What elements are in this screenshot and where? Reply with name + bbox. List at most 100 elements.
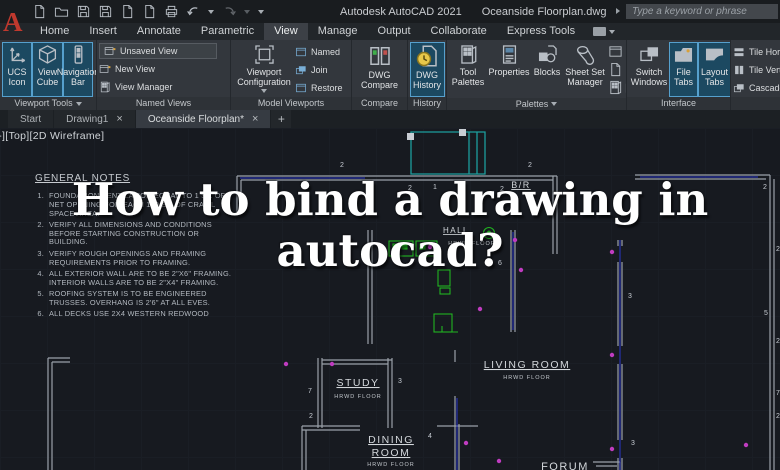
room-label-dining2: ROOM bbox=[372, 447, 411, 459]
view-manager-button[interactable]: View Manager bbox=[99, 78, 217, 95]
autocad-window: A Autodesk AutoCAD 2021 Oceanside Floorp… bbox=[0, 0, 780, 470]
tab-express-tools[interactable]: Express Tools bbox=[497, 23, 585, 40]
file-tabs-button[interactable]: File Tabs bbox=[669, 42, 698, 97]
file-tabs-label: File Tabs bbox=[673, 67, 693, 87]
viewport-configuration-button[interactable]: Viewport Configuration bbox=[233, 42, 295, 97]
plan-number: 2 bbox=[340, 162, 344, 169]
dwg-compare-button[interactable]: DWG Compare bbox=[355, 42, 405, 97]
autocad-logo-icon[interactable]: A bbox=[3, 6, 25, 40]
tab-parametric[interactable]: Parametric bbox=[191, 23, 264, 40]
overlay-title-line1: How to bind a drawing in bbox=[71, 173, 709, 226]
panel-viewport-tools: UCS Icon View Cube Navigation Bar Viewpo… bbox=[0, 40, 97, 110]
panel-compare: DWG Compare Compare bbox=[352, 40, 408, 110]
restore-viewports-button[interactable]: Restore bbox=[295, 79, 343, 96]
file-tab-oceanside[interactable]: Oceanside Floorplan* × bbox=[135, 110, 271, 128]
ribbon-display-icon bbox=[593, 27, 607, 36]
tab-view[interactable]: View bbox=[264, 23, 308, 40]
properties-button[interactable]: Properties bbox=[487, 42, 531, 98]
ucs-axis-icon bbox=[7, 44, 28, 65]
join-viewports-button[interactable]: Join bbox=[295, 61, 343, 78]
save-button[interactable] bbox=[76, 5, 90, 19]
cascade-button[interactable]: Cascade bbox=[733, 79, 780, 96]
room-label-living: LIVING ROOM bbox=[484, 359, 571, 371]
panel-named-views: Unsaved View New View View Manager Named… bbox=[97, 40, 231, 110]
tab-insert[interactable]: Insert bbox=[79, 23, 127, 40]
palette-mini-icon[interactable] bbox=[608, 44, 623, 59]
undo-dropdown-icon[interactable] bbox=[208, 9, 214, 14]
named-viewports-button[interactable]: Named bbox=[295, 43, 343, 60]
redo-dropdown-icon[interactable] bbox=[244, 9, 250, 14]
door-marker-icon bbox=[609, 446, 615, 452]
tab-manage[interactable]: Manage bbox=[308, 23, 368, 40]
door-marker-icon bbox=[609, 352, 615, 358]
tile-vertically-button[interactable]: Tile Vertically bbox=[733, 61, 780, 78]
history-panel-label: History bbox=[408, 97, 446, 110]
ribbon: UCS Icon View Cube Navigation Bar Viewpo… bbox=[0, 40, 780, 110]
deck-post bbox=[459, 129, 466, 136]
tab-home[interactable]: Home bbox=[30, 23, 79, 40]
tool-palettes-button[interactable]: Tool Palettes bbox=[449, 42, 487, 98]
viewport-controls[interactable]: [-][Top][2D Wireframe] bbox=[0, 130, 104, 142]
sheet-set-label: Sheet Set Manager bbox=[565, 67, 605, 87]
tab-collaborate[interactable]: Collaborate bbox=[421, 23, 497, 40]
tab-output[interactable]: Output bbox=[368, 23, 421, 40]
viewport-tools-panel-label[interactable]: Viewport Tools bbox=[0, 97, 96, 110]
door-marker-icon bbox=[283, 361, 289, 367]
plot-button[interactable] bbox=[120, 5, 134, 19]
tile-vertical-icon bbox=[733, 64, 745, 76]
sheet-set-manager-button[interactable]: Sheet Set Manager bbox=[563, 42, 607, 98]
blocks-button[interactable]: Blocks bbox=[531, 42, 563, 98]
switch-windows-button[interactable]: Switch Windows bbox=[629, 42, 669, 97]
sheet-set-icon bbox=[575, 44, 596, 65]
navigation-bar-button[interactable]: Navigation Bar bbox=[57, 42, 96, 97]
plan-number: 3 bbox=[628, 293, 632, 300]
layout-tabs-button[interactable]: Layout Tabs bbox=[698, 42, 730, 97]
open-file-button[interactable] bbox=[54, 5, 68, 19]
plan-number: 4 bbox=[428, 433, 432, 440]
door-marker-icon bbox=[743, 442, 749, 448]
drawing-area[interactable]: [-][Top][2D Wireframe] B/R HALL HRWD FLO… bbox=[0, 128, 780, 470]
app-title: Autodesk AutoCAD 2021 bbox=[340, 5, 462, 18]
view-list-combo[interactable]: Unsaved View bbox=[99, 43, 217, 59]
note-item: 5. ROOFING SYSTEM IS TO BE ENGINEERED TRU… bbox=[37, 288, 211, 307]
model-viewports-panel-label: Model Viewports bbox=[231, 97, 351, 110]
tile-horizontally-button[interactable]: Tile Horizontally bbox=[733, 43, 780, 60]
dwg-history-label: DWG History bbox=[412, 70, 441, 90]
save-as-button[interactable] bbox=[98, 5, 112, 19]
palette-mini-icon[interactable] bbox=[608, 80, 623, 95]
join-viewports-icon bbox=[295, 64, 307, 76]
file-tab-start[interactable]: Start bbox=[8, 110, 54, 128]
redo-button[interactable] bbox=[222, 5, 236, 19]
switch-windows-label: Switch Windows bbox=[630, 67, 668, 87]
door-marker-icon bbox=[496, 458, 502, 464]
layout-tabs-label: Layout Tabs bbox=[700, 67, 729, 87]
ucs-icon-button[interactable]: UCS Icon bbox=[2, 42, 32, 97]
plan-number: 2 bbox=[309, 413, 313, 420]
export-button[interactable] bbox=[142, 5, 156, 19]
search-input[interactable]: Type a keyword or phrase bbox=[626, 4, 778, 19]
new-drawing-tab-button[interactable]: + bbox=[271, 110, 292, 128]
restore-viewports-label: Restore bbox=[311, 82, 343, 93]
close-tab-icon[interactable]: × bbox=[252, 114, 258, 125]
restore-viewports-icon bbox=[295, 82, 307, 94]
print-button[interactable] bbox=[164, 5, 178, 19]
file-tab-bar: Start Drawing1 × Oceanside Floorplan* × + bbox=[0, 110, 780, 128]
palette-mini-icon[interactable] bbox=[608, 62, 623, 77]
dwg-history-button[interactable]: DWG History bbox=[409, 42, 445, 97]
ribbon-display-toggle[interactable] bbox=[593, 23, 616, 40]
new-view-button[interactable]: New View bbox=[99, 60, 217, 77]
file-tabs-icon bbox=[673, 44, 694, 65]
qat-customize-icon[interactable] bbox=[258, 9, 264, 14]
search-caret-icon[interactable] bbox=[616, 8, 620, 14]
undo-button[interactable] bbox=[186, 5, 200, 19]
palettes-panel-label[interactable]: Palettes bbox=[447, 98, 626, 110]
new-view-label: New View bbox=[115, 63, 155, 74]
view-manager-icon bbox=[99, 81, 111, 93]
new-file-button[interactable] bbox=[32, 5, 46, 19]
tab-annotate[interactable]: Annotate bbox=[127, 23, 191, 40]
window-panel-label bbox=[731, 97, 780, 110]
close-tab-icon[interactable]: × bbox=[116, 114, 122, 125]
deck-outline bbox=[410, 131, 486, 175]
properties-icon bbox=[499, 44, 520, 65]
file-tab-drawing1[interactable]: Drawing1 × bbox=[54, 110, 135, 128]
